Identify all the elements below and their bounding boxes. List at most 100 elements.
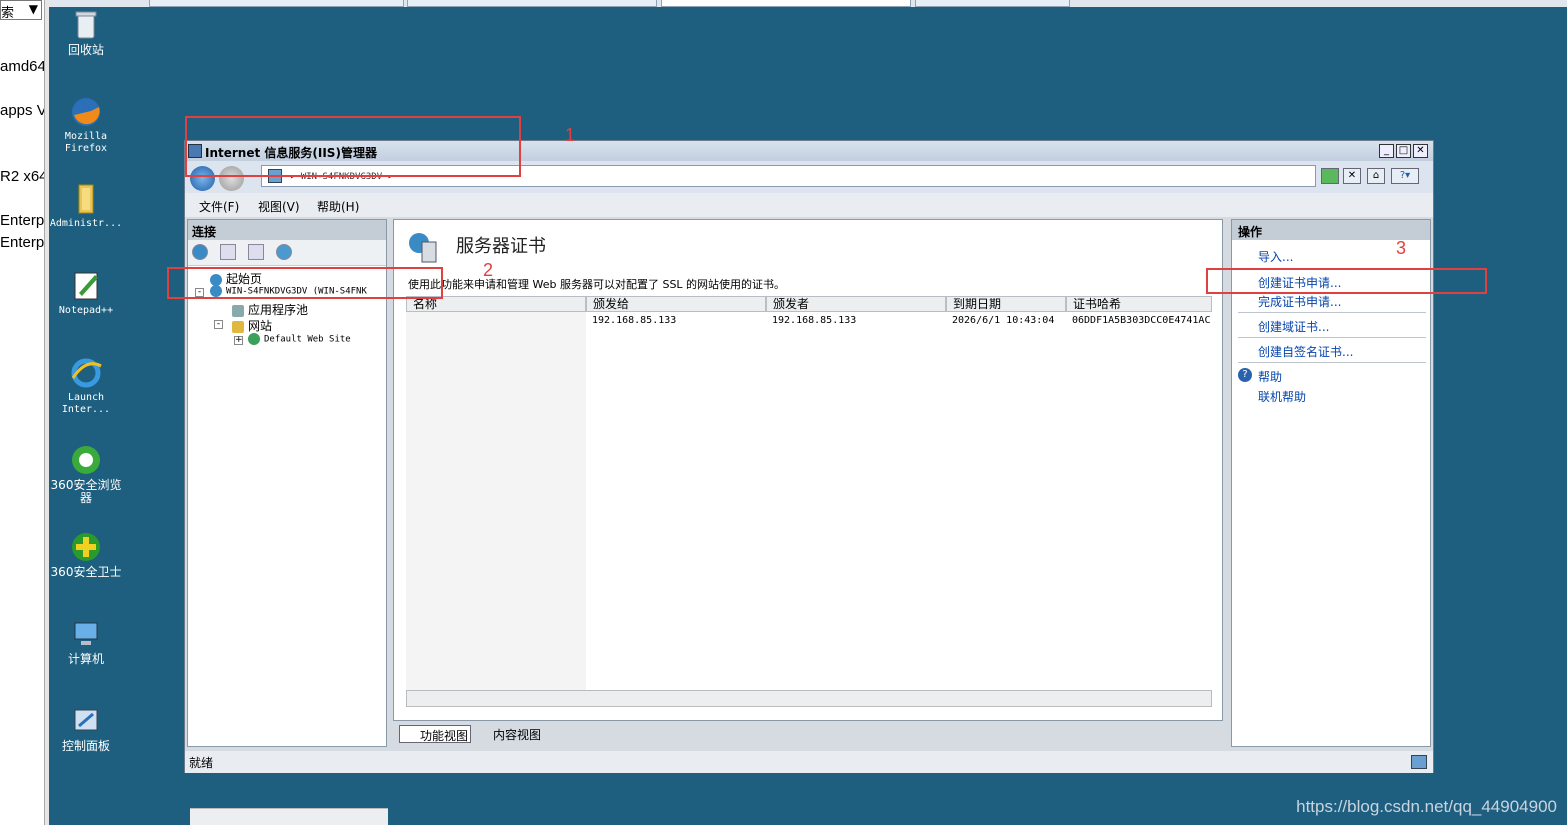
tree-label: 网站	[248, 319, 273, 333]
up-level-icon[interactable]	[248, 244, 264, 260]
firefox-icon	[69, 95, 103, 129]
desktop-icon-label: 回收站	[67, 43, 104, 57]
tree-app-pools[interactable]: 应用程序池	[232, 301, 308, 318]
desktop-icon-control-panel[interactable]: 控制面板	[46, 704, 126, 753]
view-tabs: 功能视图 内容视图	[393, 723, 1223, 747]
annotation-number-3: 3	[1396, 238, 1407, 258]
stop-icon[interactable]: ✕	[1343, 168, 1361, 184]
annotation-number-2: 2	[483, 260, 494, 280]
panel-text: amd64	[0, 58, 46, 75]
column-header-hash[interactable]: 证书哈希	[1066, 296, 1212, 312]
computer-icon	[69, 617, 103, 651]
desktop-icon-label: Launch Inter...	[61, 392, 111, 415]
desktop-icon-label: Administr...	[49, 218, 123, 229]
annotation-number-1: 1	[565, 125, 576, 145]
menu-file[interactable]: 文件(F)	[199, 198, 239, 215]
divider	[1238, 312, 1426, 313]
certificate-table: 名称 颁发给 颁发者 到期日期 证书哈希 192.168.85.133 192.…	[406, 296, 1212, 694]
notepad-icon	[69, 269, 103, 303]
help-dropdown-icon[interactable]: ?▾	[1391, 168, 1419, 184]
taskbar-button[interactable]	[915, 0, 1070, 7]
taskbar-button[interactable]	[407, 0, 657, 7]
save-icon[interactable]	[220, 244, 236, 260]
panel-text: apps V	[0, 102, 47, 119]
folder-icon	[69, 182, 103, 216]
tab-content-view[interactable]: 内容视图	[473, 725, 543, 743]
certificate-icon	[406, 230, 440, 264]
taskbar-button[interactable]	[149, 0, 404, 7]
column-header-expiry[interactable]: 到期日期	[946, 296, 1066, 312]
close-button[interactable]: ✕	[1413, 144, 1428, 158]
desktop-icon-firefox[interactable]: Mozilla Firefox	[46, 95, 126, 155]
ie-icon	[69, 356, 103, 390]
horizontal-scrollbar[interactable]	[190, 808, 388, 825]
recycle-bin-icon	[69, 8, 103, 42]
cell-issuer: 192.168.85.133	[772, 315, 857, 326]
taskbar-button[interactable]	[661, 0, 911, 7]
desktop-icon-administrator[interactable]: Administr...	[46, 182, 126, 230]
taskbar-strip	[49, 0, 1567, 7]
desktop-icon-360-browser[interactable]: 360安全浏览 器	[46, 443, 126, 505]
help-icon: ?	[1238, 368, 1252, 382]
maximize-button[interactable]: □	[1396, 144, 1411, 158]
desktop-icon-label: Notepad++	[58, 305, 114, 316]
menu-help[interactable]: 帮助(H)	[317, 198, 359, 215]
watermark: https://blog.csdn.net/qq_44904900	[1296, 797, 1557, 816]
search-dropdown[interactable]: 索 ▼	[0, 0, 42, 21]
actions-pane: 操作 导入... 创建证书申请... 完成证书申请... 创建域证书... 创建…	[1231, 219, 1431, 747]
panel-text: Enterp	[0, 212, 45, 229]
sites-folder-icon	[232, 320, 244, 333]
action-help[interactable]: 帮助	[1258, 368, 1282, 385]
tab-label: 功能视图	[420, 729, 469, 743]
refresh-icon[interactable]	[1321, 168, 1339, 184]
desktop-icon-label: 360安全浏览 器	[50, 478, 122, 505]
control-panel-icon	[69, 704, 103, 738]
desktop-icon-label: 控制面板	[61, 739, 110, 753]
app-pool-icon	[232, 304, 244, 317]
menu-bar: 文件(F) 视图(V) 帮助(H)	[185, 193, 1433, 217]
collapse-icon[interactable]: -	[214, 320, 223, 329]
desktop-icon-computer[interactable]: 计算机	[46, 617, 126, 666]
connections-header: 连接	[188, 220, 386, 240]
tree-label: 应用程序池	[248, 303, 309, 317]
action-create-self-signed-certificate[interactable]: 创建自签名证书...	[1258, 343, 1353, 360]
desktop-icon-ie[interactable]: Launch Inter...	[46, 356, 126, 416]
divider	[1238, 362, 1426, 363]
page-description: 使用此功能来申请和管理 Web 服务器可以对配置了 SSL 的网站使用的证书。	[408, 278, 786, 291]
left-background-panel: 索 ▼ amd64 apps V R2 x64 Enterp Enterp	[0, 0, 48, 825]
desktop-icon-360-guard[interactable]: 360安全卫士	[46, 530, 126, 579]
status-bar: 就绪	[185, 751, 1433, 773]
horizontal-scrollbar[interactable]	[406, 690, 1212, 707]
tree-label: Default Web Site	[264, 334, 351, 345]
connections-toolbar	[188, 240, 386, 266]
tab-features-view[interactable]: 功能视图	[399, 725, 472, 743]
expand-icon[interactable]: +	[234, 336, 243, 345]
panel-text: R2 x64	[0, 168, 48, 185]
desktop-icon-notepad[interactable]: Notepad++	[46, 269, 126, 317]
action-complete-certificate-request[interactable]: 完成证书申请...	[1258, 293, 1341, 310]
minimize-button[interactable]: _	[1379, 144, 1394, 158]
action-online-help[interactable]: 联机帮助	[1258, 388, 1306, 405]
home-icon[interactable]: ⌂	[1367, 168, 1385, 184]
network-icon	[1411, 755, 1427, 769]
page-title: 服务器证书	[456, 236, 546, 257]
divider	[1238, 337, 1426, 338]
action-create-domain-certificate[interactable]: 创建域证书...	[1258, 318, 1329, 335]
globe-icon	[248, 333, 260, 345]
status-text: 就绪	[189, 756, 214, 770]
tree-sites[interactable]: 网站	[232, 317, 272, 334]
360-guard-icon	[69, 530, 103, 564]
column-header-issuer[interactable]: 颁发者	[766, 296, 946, 312]
desktop-icon-label: 360安全卫士	[50, 565, 122, 579]
menu-view[interactable]: 视图(V)	[258, 198, 300, 215]
action-import[interactable]: 导入...	[1258, 248, 1293, 265]
desktop-icon-label: 计算机	[67, 652, 104, 666]
connect-icon[interactable]	[192, 244, 208, 260]
server-certificates-panel: 服务器证书 使用此功能来申请和管理 Web 服务器可以对配置了 SSL 的网站使…	[393, 219, 1223, 721]
disconnect-icon[interactable]	[276, 244, 292, 260]
annotation-box-2	[167, 267, 443, 299]
column-header-issued-to[interactable]: 颁发给	[586, 296, 766, 312]
annotation-box-1	[185, 116, 521, 177]
tree-default-web-site[interactable]: Default Web Site	[248, 333, 351, 345]
desktop-icon-recycle-bin[interactable]: 回收站	[46, 8, 126, 57]
